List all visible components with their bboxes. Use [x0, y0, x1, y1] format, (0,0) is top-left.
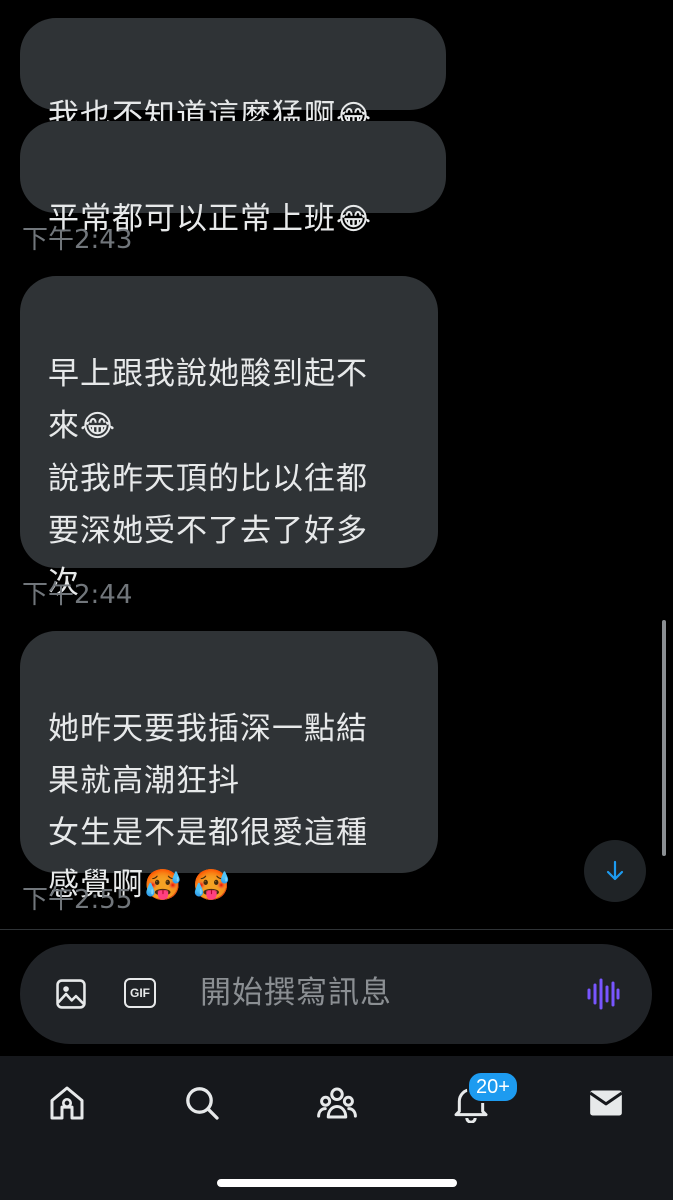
arrow-down-icon [606, 860, 624, 881]
emoji-hot-face: 🥵 🥵 [144, 868, 232, 903]
divider [0, 929, 673, 930]
home-indicator [217, 1179, 457, 1187]
nav-home[interactable] [42, 1078, 92, 1128]
message-timestamp: 下午2:44 [22, 580, 133, 610]
gif-icon[interactable]: GIF [124, 978, 156, 1008]
message-input[interactable]: 開始撰寫訊息 [200, 972, 392, 1014]
bottom-navigation: 20+ [0, 1056, 673, 1200]
communities-icon [317, 1087, 357, 1119]
conversation-scrollbar[interactable] [662, 620, 666, 856]
notifications-badge: 20+ [467, 1071, 519, 1103]
search-icon [186, 1087, 219, 1120]
messages-icon [589, 1090, 623, 1116]
message-timestamp: 下午2:43 [22, 225, 133, 255]
emoji-laughing: 😂 [80, 409, 117, 444]
message-bubble[interactable]: 她昨天要我插深一點結 果就高潮狂抖 女生是不是都很愛這種 感覺啊🥵 🥵 [20, 631, 438, 903]
image-icon[interactable] [54, 977, 88, 1011]
message-composer: GIF 開始撰寫訊息 [20, 944, 652, 1044]
nav-communities[interactable] [312, 1078, 362, 1128]
scroll-to-bottom-button[interactable] [584, 840, 646, 902]
home-icon [50, 1086, 84, 1120]
message-bubble[interactable]: 平常都可以正常上班😂 [20, 121, 446, 237]
message-timestamp: 下午2:55 [22, 885, 133, 915]
message-bubble[interactable]: 我也不知道這麼猛啊😂 [20, 18, 446, 134]
nav-messages[interactable] [581, 1078, 631, 1128]
message-bubble[interactable]: 早上跟我說她酸到起不 來😂 說我昨天頂的比以往都 要深她受不了去了好多 次 [20, 276, 438, 601]
emoji-laughing: 😂 [336, 202, 373, 237]
nav-search[interactable] [177, 1078, 227, 1128]
gif-label: GIF [130, 986, 150, 1000]
voice-icon[interactable] [586, 977, 620, 1011]
